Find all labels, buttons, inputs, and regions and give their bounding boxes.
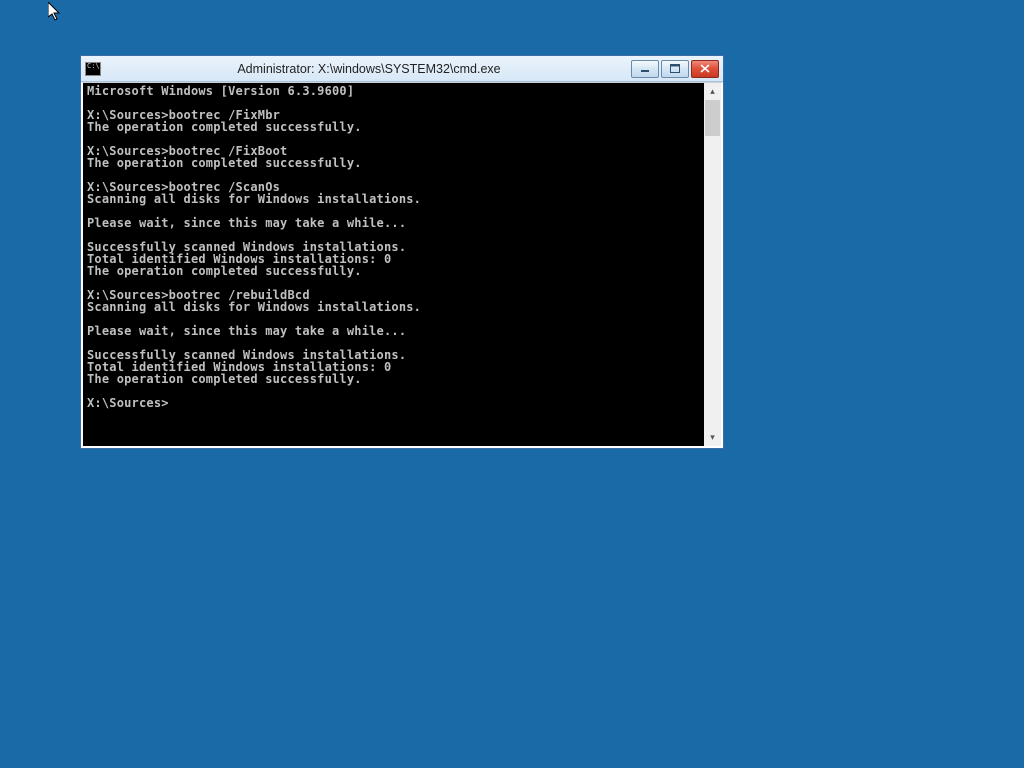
scroll-track[interactable] — [704, 100, 721, 429]
minimize-button[interactable] — [631, 60, 659, 78]
titlebar[interactable]: C:\. Administrator: X:\windows\SYSTEM32\… — [81, 56, 723, 82]
window-title: Administrator: X:\windows\SYSTEM32\cmd.e… — [107, 62, 631, 76]
scroll-thumb[interactable] — [705, 100, 720, 136]
window-controls — [631, 60, 719, 78]
vertical-scrollbar[interactable]: ▴ ▾ — [704, 83, 721, 446]
scroll-down-arrow[interactable]: ▾ — [704, 429, 721, 446]
console-body: Microsoft Windows [Version 6.3.9600] X:\… — [81, 82, 723, 448]
close-button[interactable] — [691, 60, 719, 78]
mouse-cursor — [48, 2, 64, 22]
console-output[interactable]: Microsoft Windows [Version 6.3.9600] X:\… — [83, 83, 704, 446]
cmd-window: C:\. Administrator: X:\windows\SYSTEM32\… — [80, 55, 724, 449]
maximize-button[interactable] — [661, 60, 689, 78]
cmd-icon: C:\. — [85, 62, 101, 76]
scroll-up-arrow[interactable]: ▴ — [704, 83, 721, 100]
